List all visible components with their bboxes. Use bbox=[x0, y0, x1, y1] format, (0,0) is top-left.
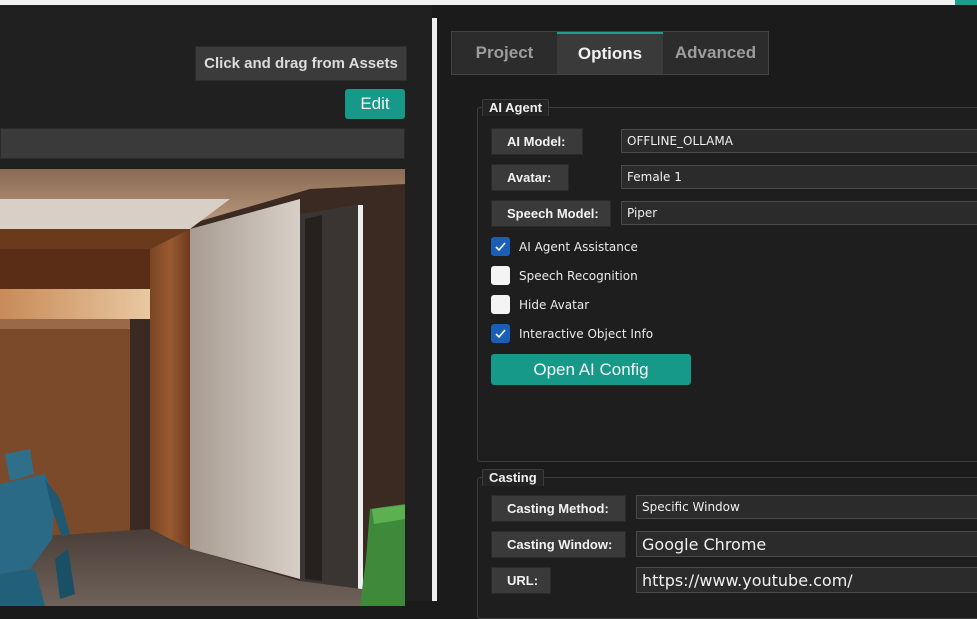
ai-model-label: AI Model: bbox=[491, 128, 583, 155]
url-label: URL: bbox=[491, 567, 551, 594]
drag-hint: Click and drag from Assets bbox=[195, 46, 407, 81]
viewport-toolbar bbox=[0, 128, 405, 159]
casting-method-field[interactable]: Specific Window bbox=[636, 495, 977, 519]
ai-model-field[interactable]: OFFLINE_OLLAMA bbox=[621, 129, 977, 153]
settings-tabs: Project Options Advanced bbox=[451, 31, 769, 75]
ai-agent-group: AI Agent AI Model: OFFLINE_OLLAMA Avatar… bbox=[477, 99, 977, 462]
avatar-field[interactable]: Female 1 bbox=[621, 165, 977, 189]
hide-avatar-checkbox[interactable] bbox=[491, 295, 510, 314]
3d-viewport[interactable] bbox=[0, 169, 405, 606]
interactive-object-info-checkbox[interactable] bbox=[491, 324, 510, 343]
ai-agent-assistance-label: AI Agent Assistance bbox=[519, 239, 638, 254]
casting-method-label: Casting Method: bbox=[491, 495, 626, 522]
casting-group: Casting Casting Method: Specific Window … bbox=[477, 469, 977, 619]
casting-group-title: Casting bbox=[482, 469, 544, 486]
hide-avatar-label: Hide Avatar bbox=[519, 297, 590, 312]
tab-project[interactable]: Project bbox=[452, 32, 557, 74]
casting-window-field[interactable]: Google Chrome bbox=[636, 531, 977, 557]
casting-window-label: Casting Window: bbox=[491, 531, 626, 558]
ai-agent-assistance-checkbox[interactable] bbox=[491, 237, 510, 256]
ai-agent-assistance-row[interactable]: AI Agent Assistance bbox=[491, 237, 638, 256]
scene-panel: Click and drag from Assets Edit bbox=[0, 5, 432, 606]
settings-panel: Project Options Advanced AI Agent AI Mod… bbox=[437, 5, 977, 619]
speech-model-label: Speech Model: bbox=[491, 200, 611, 227]
tab-advanced[interactable]: Advanced bbox=[663, 32, 768, 74]
speech-recognition-row[interactable]: Speech Recognition bbox=[491, 266, 638, 285]
interactive-object-info-row[interactable]: Interactive Object Info bbox=[491, 324, 653, 343]
hide-avatar-row[interactable]: Hide Avatar bbox=[491, 295, 589, 314]
speech-recognition-checkbox[interactable] bbox=[491, 266, 510, 285]
checkmark-icon bbox=[495, 242, 506, 252]
url-field[interactable]: https://www.youtube.com/ bbox=[636, 567, 977, 593]
open-ai-config-button[interactable]: Open AI Config bbox=[491, 354, 691, 385]
ai-agent-group-title: AI Agent bbox=[482, 99, 549, 116]
interactive-object-info-label: Interactive Object Info bbox=[519, 326, 654, 341]
speech-model-field[interactable]: Piper bbox=[621, 201, 977, 225]
checkmark-icon bbox=[495, 329, 506, 339]
scene-render bbox=[0, 169, 405, 606]
edit-button[interactable]: Edit bbox=[345, 89, 405, 119]
avatar-label: Avatar: bbox=[491, 164, 569, 191]
tab-options[interactable]: Options bbox=[557, 32, 663, 74]
speech-recognition-label: Speech Recognition bbox=[519, 268, 638, 283]
